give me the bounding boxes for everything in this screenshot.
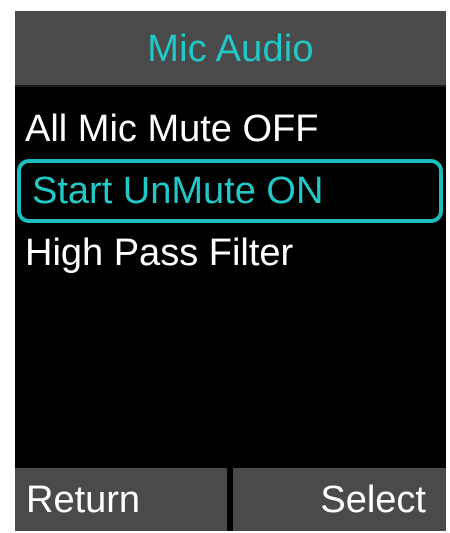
return-button[interactable]: Return bbox=[15, 468, 227, 531]
device-screen: Mic Audio All Mic Mute OFF Start UnMute … bbox=[15, 11, 446, 531]
page-title: Mic Audio bbox=[147, 28, 314, 70]
menu-item-start-unmute[interactable]: Start UnMute ON bbox=[17, 159, 443, 223]
return-button-label: Return bbox=[26, 478, 141, 521]
title-bar: Mic Audio bbox=[15, 11, 446, 87]
select-button-label: Select bbox=[320, 478, 426, 521]
menu-item-label: High Pass Filter bbox=[25, 232, 294, 274]
softkey-bar: Return Select bbox=[15, 468, 446, 531]
select-button[interactable]: Select bbox=[233, 468, 446, 531]
menu-item-label: All Mic Mute OFF bbox=[25, 108, 319, 150]
menu-item-high-pass-filter[interactable]: High Pass Filter bbox=[15, 221, 446, 285]
menu-item-label: Start UnMute ON bbox=[32, 170, 324, 212]
menu-item-all-mic-mute[interactable]: All Mic Mute OFF bbox=[15, 97, 446, 161]
